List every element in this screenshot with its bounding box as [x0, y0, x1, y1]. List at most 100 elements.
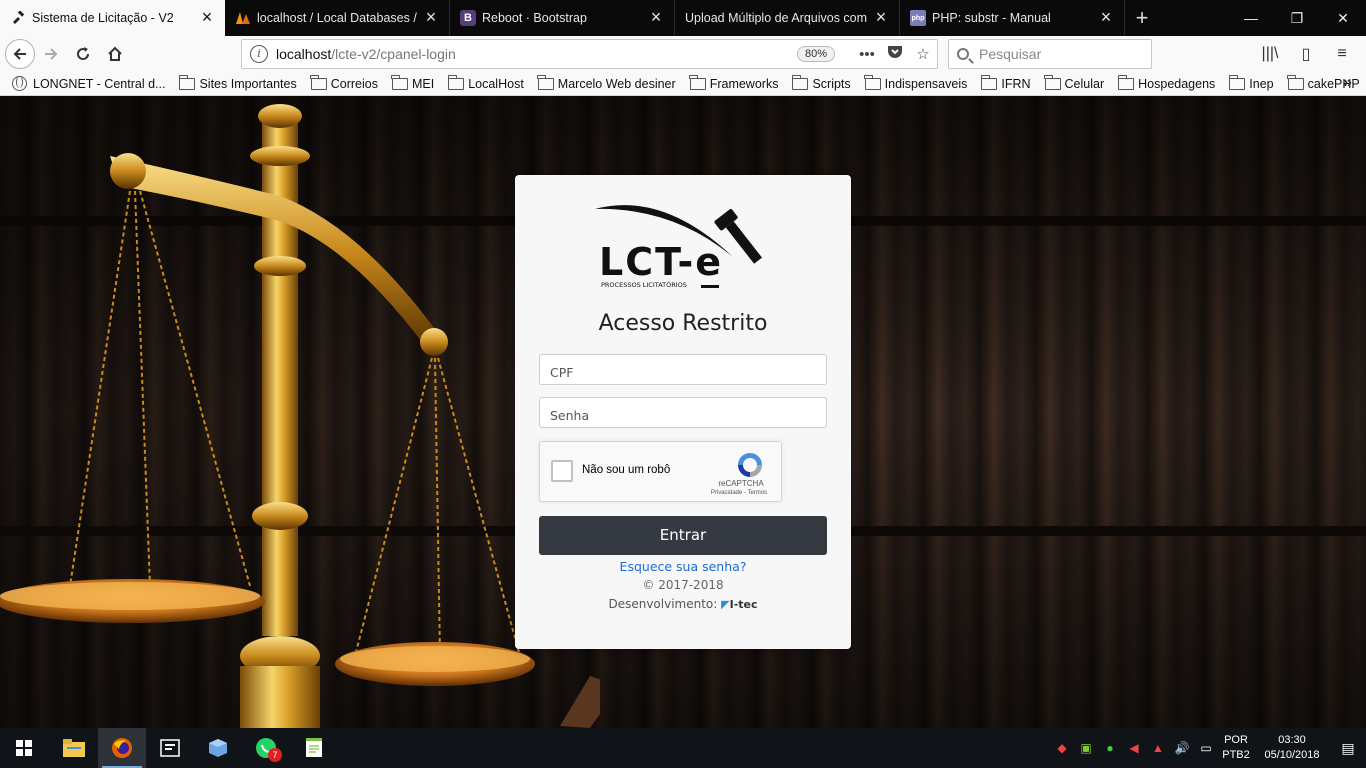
- page-title: Acesso Restrito: [598, 311, 768, 336]
- start-button[interactable]: [0, 728, 48, 768]
- close-tab-icon[interactable]: ×: [199, 8, 215, 26]
- copyright-text: © 2017-2018: [642, 578, 724, 592]
- close-window-icon[interactable]: ✕: [1320, 0, 1366, 36]
- search-icon: [957, 48, 969, 60]
- login-submit-button[interactable]: Entrar: [539, 516, 827, 555]
- folder-icon: [537, 74, 554, 90]
- tray-app-icon[interactable]: ▣: [1074, 741, 1098, 755]
- tray-app-icon[interactable]: ●: [1098, 741, 1122, 755]
- windows-taskbar: 7 ◆ ▣ ● ◀ ▲ 🔊 ▭ POR PTB2 03:30 05/10/2018 …: [0, 728, 1366, 768]
- back-button[interactable]: [5, 39, 35, 69]
- tab-php-substr[interactable]: php PHP: substr - Manual ×: [900, 0, 1125, 36]
- volume-icon[interactable]: 🔊: [1170, 741, 1194, 755]
- minimize-icon[interactable]: —: [1228, 0, 1274, 36]
- bookmark-frameworks[interactable]: Frameworks: [689, 74, 778, 91]
- bookmark-indispensaveis[interactable]: Indispensaveis: [864, 74, 967, 91]
- new-tab-button[interactable]: +: [1125, 0, 1159, 36]
- bookmark-label: LONGNET - Central d...: [33, 76, 166, 91]
- phpmyadmin-icon: [235, 10, 251, 26]
- cpf-input[interactable]: CPF: [539, 354, 827, 385]
- address-bar[interactable]: i localhost/lcte-v2/cpanel-login 80% •••…: [241, 39, 938, 69]
- terminal-taskbar-button[interactable]: [146, 728, 194, 768]
- zoom-indicator[interactable]: 80%: [796, 46, 835, 62]
- navigation-bar: i localhost/lcte-v2/cpanel-login 80% •••…: [0, 36, 1366, 72]
- tab-title: Reboot · Bootstrap: [482, 11, 587, 25]
- bookmark-label: LocalHost: [468, 76, 524, 91]
- sidebar-icon[interactable]: ▯: [1288, 44, 1324, 64]
- notepad-taskbar-button[interactable]: [290, 728, 338, 768]
- folder-icon: [1117, 74, 1135, 90]
- forgot-password-link[interactable]: Esquece sua senha?: [515, 559, 851, 574]
- bookmark-correios[interactable]: Correios: [310, 74, 378, 91]
- forward-button[interactable]: [35, 38, 67, 70]
- folder-icon: [1044, 74, 1061, 90]
- close-tab-icon[interactable]: ×: [873, 8, 889, 26]
- tab-upload-multiplo[interactable]: Upload Múltiplo de Arquivos com P ×: [675, 0, 900, 36]
- bookmark-label: IFRN: [1001, 76, 1031, 91]
- close-tab-icon[interactable]: ×: [648, 8, 664, 26]
- site-info-icon[interactable]: i: [250, 45, 268, 63]
- network-icon[interactable]: ▭: [1194, 741, 1218, 755]
- more-actions-icon[interactable]: •••: [853, 46, 881, 63]
- virtualbox-taskbar-button[interactable]: [194, 728, 242, 768]
- whatsapp-taskbar-button[interactable]: 7: [242, 728, 290, 768]
- tray-app-icon[interactable]: ◀: [1122, 741, 1146, 755]
- bookmark-ifrn[interactable]: IFRN: [980, 74, 1031, 91]
- tab-title: localhost / Local Databases / lc: [257, 11, 417, 25]
- notepad-icon: [306, 738, 322, 757]
- tab-title: PHP: substr - Manual: [932, 11, 1051, 25]
- bookmark-marcelo-web[interactable]: Marcelo Web desiner: [537, 74, 676, 91]
- bookmark-longnet[interactable]: LONGNET - Central d...: [12, 76, 165, 91]
- keyboard-language[interactable]: POR PTB2: [1218, 733, 1254, 763]
- folder-icon: [791, 74, 809, 90]
- bookmark-inep[interactable]: Inep: [1228, 74, 1274, 91]
- bookmark-scripts[interactable]: Scripts: [791, 74, 851, 91]
- library-icon[interactable]: |||\: [1252, 45, 1288, 63]
- bookmark-mei[interactable]: MEI: [391, 74, 434, 91]
- toolbar-right: |||\ ▯ ≡: [1252, 36, 1360, 72]
- folder-icon: [391, 74, 408, 90]
- firefox-taskbar-button[interactable]: [98, 728, 146, 768]
- more-bookmarks-chevron-icon[interactable]: »: [1343, 74, 1352, 92]
- tab-title: Upload Múltiplo de Arquivos com P: [685, 11, 867, 25]
- arrow-right-icon: [45, 48, 58, 60]
- itec-logo-icon: ◤: [721, 598, 730, 611]
- bookmark-hospedagens[interactable]: Hospedagens: [1117, 74, 1215, 91]
- bookmark-star-icon[interactable]: ☆: [909, 45, 937, 63]
- reload-button[interactable]: [67, 38, 99, 70]
- close-tab-icon[interactable]: ×: [1098, 8, 1114, 26]
- terminal-icon: [160, 739, 180, 757]
- bookmark-localhost[interactable]: LocalHost: [447, 74, 524, 91]
- tab-sistema-licitacao[interactable]: Sistema de Licitação - V2 ×: [0, 0, 225, 36]
- tab-reboot-bootstrap[interactable]: B Reboot · Bootstrap ×: [450, 0, 675, 36]
- page-background: LCT-e PROCESSOS LICITATÓRIOS Acesso Rest…: [0, 96, 1366, 728]
- bookmark-celular[interactable]: Celular: [1044, 74, 1104, 91]
- file-explorer-taskbar-button[interactable]: [50, 728, 98, 768]
- pocket-icon[interactable]: [881, 45, 909, 63]
- clock-time: 03:30: [1278, 734, 1306, 746]
- folder-icon: [864, 74, 881, 90]
- password-input[interactable]: Senha: [539, 397, 827, 428]
- tray-app-icon[interactable]: ◆: [1050, 741, 1074, 755]
- tab-localhost-databases[interactable]: localhost / Local Databases / lc ×: [225, 0, 450, 36]
- antivirus-icon[interactable]: ▲: [1146, 741, 1170, 755]
- restore-icon[interactable]: ❐: [1274, 0, 1320, 36]
- hamburger-menu-icon[interactable]: ≡: [1324, 45, 1360, 63]
- url-path: /lcte-v2/cpanel-login: [331, 46, 456, 62]
- keyboard-layout: PTB2: [1222, 749, 1250, 761]
- bookmark-label: Correios: [330, 76, 378, 91]
- scale-of-justice-image: [0, 104, 600, 728]
- search-input[interactable]: Pesquisar: [948, 39, 1152, 69]
- recaptcha-icon: [738, 453, 762, 477]
- recaptcha-links[interactable]: Privacidade - Termos: [707, 490, 771, 496]
- bookmark-sites-importantes[interactable]: Sites Importantes: [178, 74, 297, 91]
- url-text[interactable]: localhost/lcte-v2/cpanel-login: [276, 46, 797, 62]
- reload-icon: [77, 47, 90, 60]
- action-center-icon[interactable]: ▤: [1330, 740, 1366, 757]
- recaptcha-checkbox[interactable]: [551, 460, 573, 482]
- home-button[interactable]: [99, 38, 131, 70]
- system-clock[interactable]: 03:30 05/10/2018: [1254, 733, 1330, 763]
- folder-icon: [1228, 74, 1246, 90]
- close-tab-icon[interactable]: ×: [423, 8, 439, 26]
- home-icon: [108, 46, 122, 61]
